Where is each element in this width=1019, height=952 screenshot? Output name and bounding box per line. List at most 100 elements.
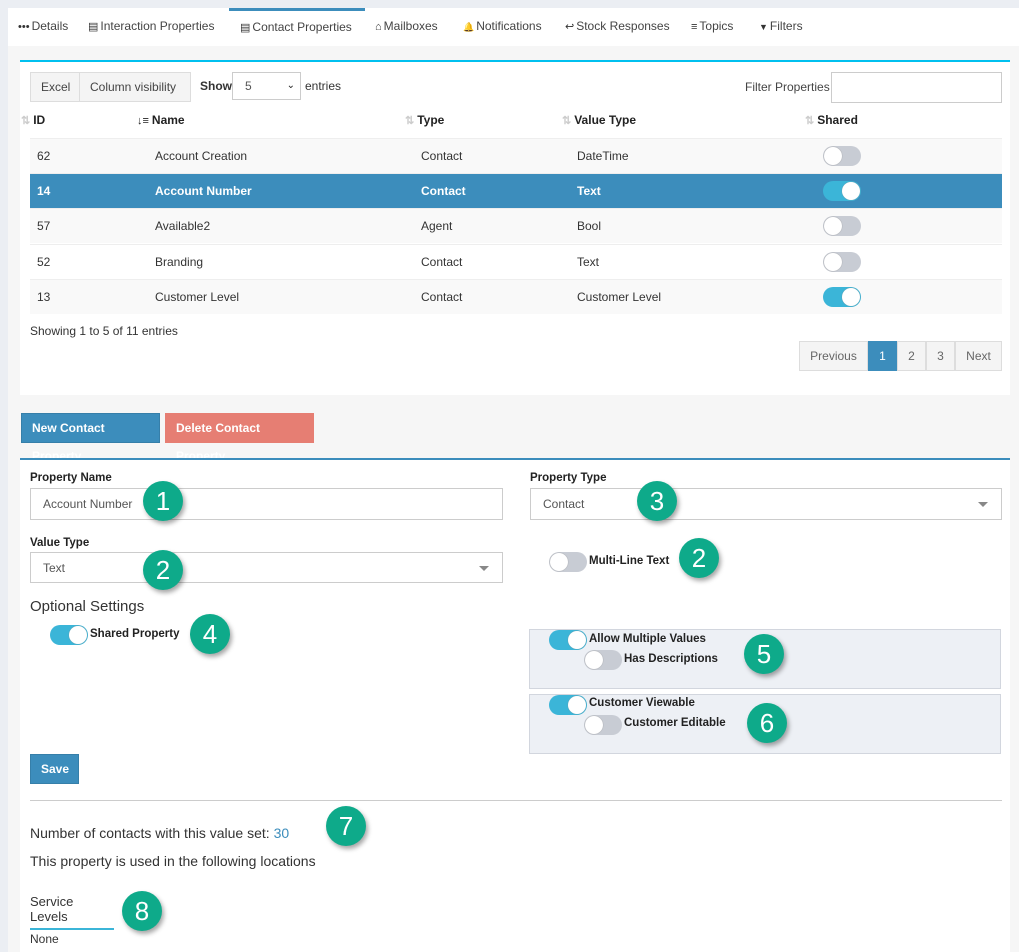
value-type-label: Value Type (30, 537, 90, 549)
property-name-label: Property Name (30, 472, 112, 484)
shared-toggle[interactable] (823, 216, 861, 237)
shared-toggle[interactable] (823, 286, 861, 307)
allow-multiple-values-toggle[interactable] (549, 630, 587, 650)
shared-toggle[interactable] (823, 181, 861, 202)
pagination-next[interactable]: Next (955, 341, 1002, 371)
tab-label: Interaction Properties (100, 19, 215, 33)
cell-type: Agent (421, 219, 453, 234)
tab-contact-properties[interactable]: ▤ Contact Properties (229, 8, 365, 46)
filter-icon: ▼ (759, 22, 768, 32)
cell-type: Contact (421, 254, 463, 269)
cell-name: Account Number (155, 184, 252, 199)
column-header-value-type[interactable]: ⇅ Value Type (562, 110, 636, 138)
tab-label: Contact Properties (252, 20, 352, 34)
tab-notifications[interactable]: 🔔 Notifications (463, 8, 542, 46)
cell-value-type: Text (577, 184, 601, 199)
delete-contact-property-button[interactable]: Delete Contact Property (165, 413, 314, 463)
tab-topics[interactable]: ≡ Topics (691, 8, 733, 46)
customer-viewable-toggle[interactable] (549, 695, 587, 715)
caret-down-icon (479, 566, 489, 571)
tab-details[interactable]: ••• Details (18, 8, 68, 46)
column-header-type[interactable]: ⇅ Type (405, 110, 444, 138)
table-row[interactable]: 14 Account Number Contact Text (30, 173, 1002, 209)
cell-value-type: Text (577, 254, 600, 269)
callout-badge-6: 6 (747, 703, 787, 743)
pagination-page-2[interactable]: 2 (897, 341, 926, 371)
callout-badge-8: 8 (122, 891, 162, 931)
tab-label: Filters (769, 19, 803, 33)
cell-name: Available2 (155, 219, 211, 234)
inbox-icon: ⌂ (375, 21, 382, 33)
locations-text: This property is used in the following l… (30, 853, 316, 869)
cell-name: Branding (155, 254, 204, 269)
save-button[interactable]: Save (30, 754, 79, 784)
service-levels-heading[interactable]: Service Levels (30, 894, 114, 930)
filter-label: Filter Properties (745, 80, 830, 94)
column-visibility-button[interactable]: Column visibility (79, 72, 191, 102)
property-type-select[interactable]: Contact (530, 488, 1002, 520)
customer-viewable-label: Customer Viewable (589, 697, 695, 709)
customer-editable-toggle[interactable] (584, 715, 622, 735)
sort-icon: ⇅ (805, 115, 815, 127)
multi-line-text-toggle[interactable] (549, 552, 587, 572)
header-label: Shared (817, 113, 858, 127)
divider (30, 800, 1002, 801)
value-type-select[interactable]: Text (30, 552, 503, 583)
cell-value-type: Customer Level (577, 289, 662, 304)
sort-icon: ⇅ (562, 115, 572, 127)
table-row[interactable]: 57 Available2 Agent Bool (30, 208, 1002, 244)
show-label: Show (200, 79, 232, 93)
has-descriptions-toggle[interactable] (584, 650, 622, 670)
contacts-count-value[interactable]: 30 (274, 825, 290, 841)
header-label: Name (151, 113, 185, 127)
sort-icon: ⇅ (21, 115, 31, 127)
shared-property-toggle[interactable] (50, 625, 88, 645)
list-alt-icon: ▤ (240, 22, 251, 34)
tab-mailboxes[interactable]: ⌂ Mailboxes (375, 8, 438, 46)
sort-icon: ⇅ (405, 115, 415, 127)
optional-settings-heading: Optional Settings (30, 598, 145, 615)
cell-type: Contact (421, 184, 466, 199)
allow-multiple-values-label: Allow Multiple Values (589, 633, 706, 645)
filter-properties-input[interactable] (831, 72, 1002, 103)
tab-interaction-properties[interactable]: ▤ Interaction Properties (88, 8, 214, 46)
excel-button[interactable]: Excel (30, 72, 80, 102)
column-header-name[interactable]: ↓≡ Name (137, 110, 185, 138)
column-header-shared[interactable]: ⇅ Shared (805, 110, 858, 138)
cell-id: 62 (37, 149, 51, 163)
cell-type: Contact (421, 289, 463, 304)
table-row[interactable]: 52 Branding Contact Text (30, 243, 1002, 279)
contacts-count: Number of contacts with this value set: … (30, 825, 289, 841)
entries-value: 5 (245, 79, 252, 93)
header-label: ID (33, 113, 46, 127)
table-row[interactable]: 62 Account Creation Contact DateTime (30, 138, 1002, 173)
entries-select[interactable]: 5 ⌄ (232, 72, 301, 100)
tab-filters[interactable]: ▼ Filters (759, 8, 803, 46)
tab-stock-responses[interactable]: ↩ Stock Responses (565, 8, 670, 46)
property-name-input[interactable]: Account Number (30, 488, 503, 520)
pagination-page-1[interactable]: 1 (868, 341, 897, 371)
cell-id: 52 (37, 254, 51, 269)
shared-toggle[interactable] (823, 146, 861, 166)
property-type-label: Property Type (530, 472, 607, 484)
callout-badge-3: 3 (637, 481, 677, 521)
contacts-count-label: Number of contacts with this value set: (30, 825, 270, 841)
reply-icon: ↩ (565, 21, 575, 33)
value-type-value: Text (43, 561, 66, 575)
pagination-page-3[interactable]: 3 (926, 341, 955, 371)
tab-bar: ••• Details ▤ Interaction Properties ▤ Cont… (8, 8, 1019, 46)
shared-toggle[interactable] (823, 251, 861, 272)
pagination-previous[interactable]: Previous (799, 341, 868, 371)
multi-line-text-label: Multi-Line Text (589, 555, 670, 567)
cell-id: 14 (37, 184, 51, 199)
tab-label: Mailboxes (383, 19, 438, 33)
sort-ascending-icon: ↓≡ (137, 115, 149, 127)
tab-label: Notifications (476, 19, 542, 33)
cell-id: 13 (37, 289, 51, 304)
new-contact-property-button[interactable]: New Contact Property (21, 413, 160, 463)
tab-label: Topics (699, 19, 734, 33)
bars-icon: ≡ (691, 21, 698, 33)
column-header-id[interactable]: ⇅ ID (21, 110, 45, 138)
cell-type: Contact (421, 149, 463, 163)
table-row[interactable]: 13 Customer Level Contact Customer Level (30, 278, 1002, 314)
